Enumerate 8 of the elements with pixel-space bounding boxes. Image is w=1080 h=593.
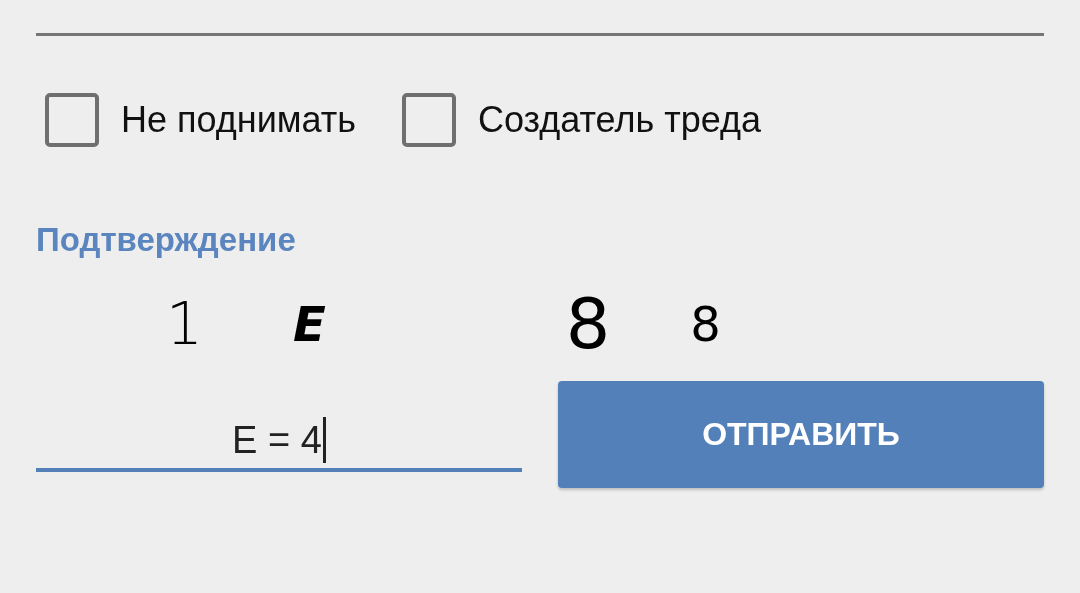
checkbox[interactable] bbox=[45, 93, 99, 147]
captcha-image: 1 E 8 8 bbox=[165, 282, 722, 367]
checkbox-option[interactable]: Создатель треда bbox=[401, 93, 761, 147]
section-heading: Подтверждение bbox=[36, 221, 296, 259]
checkbox-option[interactable]: Не поднимать bbox=[45, 93, 356, 147]
submit-button[interactable]: ОТПРАВИТЬ bbox=[558, 381, 1044, 488]
input-field[interactable]: E = 4 bbox=[36, 412, 522, 472]
checkbox[interactable] bbox=[401, 93, 456, 147]
